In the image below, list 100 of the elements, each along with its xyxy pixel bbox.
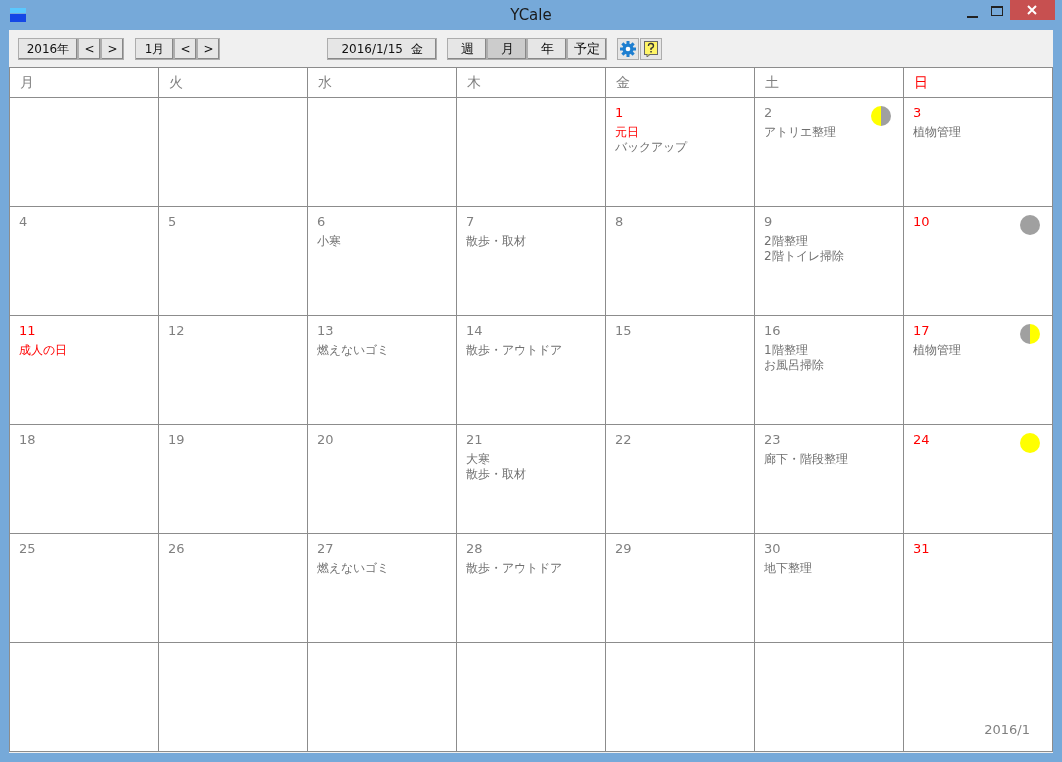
maximize-button[interactable]: [991, 6, 1003, 16]
calendar-cell[interactable]: [308, 98, 456, 206]
day-number: 22: [615, 432, 632, 448]
event-text: 燃えないゴミ: [317, 343, 389, 358]
calendar-cell[interactable]: [10, 643, 158, 751]
calendar-cell[interactable]: 29: [606, 534, 754, 642]
calendar-cell[interactable]: 25: [10, 534, 158, 642]
day-number: 6: [317, 214, 326, 230]
calendar-cell[interactable]: 23 廊下・階段整理: [755, 425, 903, 533]
calendar-cell[interactable]: 14 散歩・アウトドア: [457, 316, 605, 424]
event-text: アトリエ整理: [764, 125, 836, 140]
date-button[interactable]: 2016/1/15 金: [327, 37, 437, 60]
calendar-cell[interactable]: 2016/1: [904, 643, 1052, 751]
calendar-cell[interactable]: 3 植物管理: [904, 98, 1052, 206]
calendar-cell[interactable]: 12: [159, 316, 307, 424]
calendar-cell[interactable]: 31: [904, 534, 1052, 642]
calendar-cell[interactable]: 13 燃えないゴミ: [308, 316, 456, 424]
calendar-cell[interactable]: 30 地下整理: [755, 534, 903, 642]
view-tab[interactable]: 予定: [567, 37, 607, 60]
calendar-cell[interactable]: [159, 643, 307, 751]
settings-button[interactable]: [617, 37, 639, 60]
day-number: 30: [764, 541, 781, 557]
calendar-cell[interactable]: 7 散歩・取材: [457, 207, 605, 315]
calendar-cell[interactable]: 15: [606, 316, 754, 424]
event-text: 小寒: [317, 234, 341, 249]
calendar-cell[interactable]: 8: [606, 207, 754, 315]
calendar-cell[interactable]: 18: [10, 425, 158, 533]
day-number: 21: [466, 432, 483, 448]
day-number: 9: [764, 214, 773, 230]
calendar-cell[interactable]: [457, 98, 605, 206]
calendar-cell[interactable]: [755, 643, 903, 751]
calendar-cell[interactable]: [606, 643, 754, 751]
calendar-cell[interactable]: 16 1階整理 お風呂掃除: [755, 316, 903, 424]
calendar-cell[interactable]: 20: [308, 425, 456, 533]
day-number: 3: [913, 105, 922, 121]
day-number: 4: [19, 214, 28, 230]
event-text: 地下整理: [764, 561, 812, 576]
day-number: 24: [913, 432, 930, 448]
calendar-cell[interactable]: 21 大寒 散歩・取材: [457, 425, 605, 533]
calendar-cell[interactable]: 24: [904, 425, 1052, 533]
calendar-cell[interactable]: [457, 643, 605, 751]
calendar-cell[interactable]: [10, 98, 158, 206]
year-button[interactable]: 2016年: [18, 37, 78, 60]
event-text: 1階整理: [764, 343, 808, 358]
calendar-cell[interactable]: 5: [159, 207, 307, 315]
calendar-cell[interactable]: 17 植物管理: [904, 316, 1052, 424]
day-number: 14: [466, 323, 483, 339]
day-number: 10: [913, 214, 930, 230]
event-text: 植物管理: [913, 343, 961, 358]
help-button[interactable]: [640, 37, 662, 60]
day-number: 25: [19, 541, 36, 557]
day-number: 15: [615, 323, 632, 339]
view-tab[interactable]: 年: [527, 37, 567, 60]
calendar-cell[interactable]: 28 散歩・アウトドア: [457, 534, 605, 642]
month-button[interactable]: 1月: [135, 37, 174, 60]
event-text: お風呂掃除: [764, 358, 824, 373]
event-text: 大寒: [466, 452, 490, 467]
day-number: 16: [764, 323, 781, 339]
day-number: 2: [764, 105, 773, 121]
weekday-header: 木: [467, 73, 481, 92]
close-button[interactable]: [1010, 0, 1055, 20]
day-number: 23: [764, 432, 781, 448]
previous-button[interactable]: <: [174, 37, 197, 60]
calendar-cell[interactable]: 2 アトリエ整理: [755, 98, 903, 206]
app-icon: [10, 8, 26, 22]
view-tab[interactable]: 週: [447, 37, 487, 60]
view-tab[interactable]: 月: [487, 37, 527, 60]
day-number: 13: [317, 323, 334, 339]
calendar-cell[interactable]: 10: [904, 207, 1052, 315]
previous-button[interactable]: <: [78, 37, 101, 60]
calendar-cell[interactable]: [159, 98, 307, 206]
calendar-cell[interactable]: 1 元日 バックアップ: [606, 98, 754, 206]
calendar-cell[interactable]: 6 小寒: [308, 207, 456, 315]
day-number: 5: [168, 214, 177, 230]
event-text: バックアップ: [615, 140, 687, 155]
event-text: 2階トイレ掃除: [764, 249, 844, 264]
calendar-cell[interactable]: [308, 643, 456, 751]
day-number: 29: [615, 541, 632, 557]
next-button[interactable]: >: [197, 37, 220, 60]
event-text: 燃えないゴミ: [317, 561, 389, 576]
calendar-cell[interactable]: 19: [159, 425, 307, 533]
event-text: 元日: [615, 125, 639, 140]
weekday-header: 日: [914, 73, 928, 92]
event-text: 2階整理: [764, 234, 808, 249]
gear-icon: [620, 40, 636, 57]
calendar-cell[interactable]: 11 成人の日: [10, 316, 158, 424]
calendar-cell[interactable]: 26: [159, 534, 307, 642]
month-label: 2016/1: [984, 722, 1030, 737]
event-text: 成人の日: [19, 343, 67, 358]
help-icon: [644, 40, 658, 57]
weekday-header: 火: [169, 73, 183, 92]
calendar-cell[interactable]: 22: [606, 425, 754, 533]
next-button[interactable]: >: [101, 37, 124, 60]
calendar-cell[interactable]: 9 2階整理 2階トイレ掃除: [755, 207, 903, 315]
day-number: 12: [168, 323, 185, 339]
calendar-cell[interactable]: 4: [10, 207, 158, 315]
event-text: 廊下・階段整理: [764, 452, 848, 467]
event-text: 植物管理: [913, 125, 961, 140]
day-number: 19: [168, 432, 185, 448]
calendar-cell[interactable]: 27 燃えないゴミ: [308, 534, 456, 642]
